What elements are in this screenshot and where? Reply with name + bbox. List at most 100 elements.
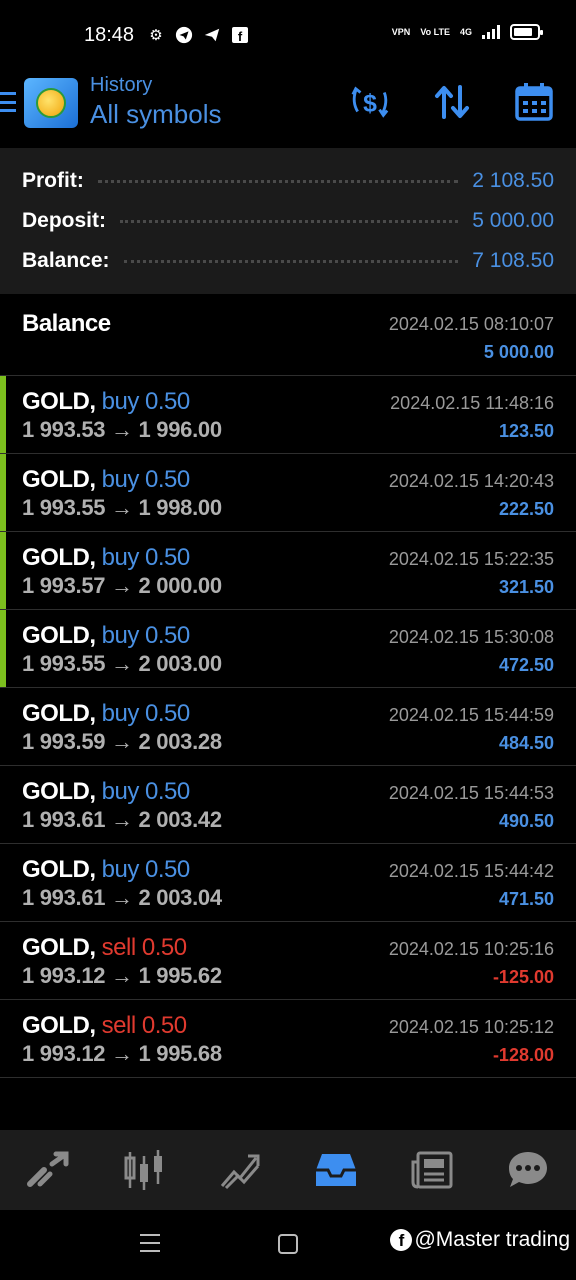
- trade-row[interactable]: GOLD, buy 0.50 1 993.57 → 2 000.00 2024.02…: [0, 532, 576, 610]
- calendar-icon[interactable]: [514, 82, 554, 122]
- facebook-logo-icon: f: [390, 1229, 413, 1251]
- trade-side: sell 0.50: [101, 1012, 187, 1039]
- trade-symbol: GOLD,: [22, 700, 96, 727]
- trade-symbol: GOLD,: [22, 1012, 96, 1039]
- gear-icon: ⚙: [149, 27, 163, 44]
- trade-time: 2024.02.15 15:44:53: [388, 783, 554, 803]
- balance-value: 7 108.50: [472, 249, 554, 272]
- trade-row[interactable]: GOLD, buy 0.50 1 993.53 → 1 996.00 2024.02…: [0, 376, 576, 454]
- recents-button[interactable]: [140, 1234, 160, 1252]
- signal-icon: [482, 25, 500, 39]
- app-header: History All symbols $: [0, 70, 576, 148]
- header-title: All symbols: [90, 99, 222, 129]
- bottom-nav: [0, 1130, 576, 1210]
- trade-time: 2024.02.15 11:48:16: [390, 393, 554, 413]
- trade-icon[interactable]: [210, 1140, 270, 1200]
- status-left-icons: ⚙ f: [146, 25, 250, 45]
- trade-symbol: GOLD,: [22, 544, 96, 571]
- trade-prices: 1 993.55 → 2 003.00: [22, 651, 222, 676]
- trade-row[interactable]: GOLD, buy 0.50 1 993.59 → 2 003.28 2024.02…: [0, 688, 576, 766]
- history-list: Balance 2024.02.15 08:10:07 5 000.00 GOL…: [0, 296, 576, 1078]
- volte-indicator: Vo LTE: [420, 26, 450, 37]
- leader-dots: [120, 219, 459, 223]
- trade-row[interactable]: GOLD, buy 0.50 1 993.61 → 2 003.42 2024.02…: [0, 766, 576, 844]
- dollar-swap-icon[interactable]: $: [350, 82, 390, 122]
- trade-row[interactable]: GOLD, sell 0.50 1 993.12 → 1 995.68 2024.0…: [0, 1000, 576, 1078]
- status-time: 18:48: [84, 24, 135, 46]
- position-marker: [0, 532, 6, 609]
- watermark: f @Master trading: [390, 1228, 570, 1252]
- trade-profit: 472.50: [498, 655, 554, 675]
- trade-title: GOLD, buy 0.50: [22, 778, 190, 806]
- menu-icon[interactable]: [0, 92, 16, 112]
- trade-prices: 1 993.53 → 1 996.00: [22, 417, 222, 442]
- deposit-value: 5 000.00: [472, 209, 554, 232]
- sort-icon[interactable]: [432, 82, 472, 122]
- trade-side: buy 0.50: [101, 544, 191, 571]
- trade-row[interactable]: GOLD, buy 0.50 1 993.55 → 1 998.00 2024.02…: [0, 454, 576, 532]
- trade-row[interactable]: GOLD, buy 0.50 1 993.55 → 2 003.00 2024.02…: [0, 610, 576, 688]
- trade-prices: 1 993.61 → 2 003.42: [22, 807, 222, 832]
- trade-side: sell 0.50: [101, 934, 187, 961]
- trade-symbol: GOLD,: [22, 388, 96, 415]
- status-right-icons: VPN Vo LTE 4G: [391, 24, 543, 40]
- trade-side: buy 0.50: [101, 388, 191, 415]
- trade-profit: 123.50: [498, 421, 554, 441]
- balance-entry[interactable]: Balance 2024.02.15 08:10:07 5 000.00: [0, 296, 576, 376]
- trade-symbol: GOLD,: [22, 778, 96, 805]
- send-icon: [202, 25, 222, 45]
- quotes-icon[interactable]: [18, 1140, 78, 1200]
- trade-prices: 1 993.12 → 1 995.68: [22, 1041, 222, 1066]
- trade-symbol: GOLD,: [22, 934, 96, 961]
- news-icon[interactable]: [402, 1140, 462, 1200]
- status-bar: 18:48 ⚙ f VPN Vo LTE 4G: [0, 0, 576, 70]
- header-actions: $: [350, 82, 554, 122]
- leader-dots: [97, 179, 459, 183]
- summary-profit-row: Profit: 2 108.50: [22, 161, 554, 201]
- trade-symbol: GOLD,: [22, 622, 96, 649]
- leader-dots: [123, 259, 459, 263]
- summary-panel: Profit: 2 108.50 Deposit: 5 000.00 Balan…: [0, 148, 576, 294]
- profit-value: 2 108.50: [472, 169, 554, 192]
- trade-title: GOLD, buy 0.50: [22, 388, 190, 416]
- trade-title: GOLD, buy 0.50: [22, 544, 190, 572]
- position-marker: [0, 376, 6, 453]
- trade-title: GOLD, sell 0.50: [22, 1012, 187, 1040]
- trade-time: 2024.02.15 15:44:42: [388, 861, 554, 881]
- svg-text:$: $: [363, 91, 377, 118]
- trade-row[interactable]: GOLD, sell 0.50 1 993.12 → 1 995.62 2024.0…: [0, 922, 576, 1000]
- trade-side: buy 0.50: [101, 856, 191, 883]
- watermark-text: @Master trading: [414, 1228, 570, 1251]
- trade-time: 2024.02.15 15:22:35: [388, 549, 554, 569]
- trade-side: buy 0.50: [101, 700, 191, 727]
- system-nav-bar: f @Master trading: [0, 1210, 576, 1280]
- trade-symbol: GOLD,: [22, 856, 96, 883]
- balance-entry-label: Balance: [22, 310, 111, 337]
- summary-balance-row: Balance: 7 108.50: [22, 241, 554, 281]
- trade-title: GOLD, buy 0.50: [22, 622, 190, 650]
- trade-prices: 1 993.55 → 1 998.00: [22, 495, 222, 520]
- header-subtitle: History: [90, 74, 153, 96]
- trade-symbol: GOLD,: [22, 466, 96, 493]
- trade-profit: 471.50: [498, 889, 554, 909]
- trade-row[interactable]: GOLD, buy 0.50 1 993.61 → 2 003.04 2024.02…: [0, 844, 576, 922]
- trade-profit: 321.50: [498, 577, 554, 597]
- trade-prices: 1 993.12 → 1 995.62: [22, 963, 222, 988]
- trade-time: 2024.02.15 14:20:43: [388, 471, 554, 491]
- telegram-icon: [174, 25, 194, 45]
- home-button[interactable]: [278, 1234, 298, 1254]
- position-marker: [0, 610, 6, 687]
- balance-label: Balance:: [22, 249, 110, 272]
- deposit-label: Deposit:: [22, 209, 106, 232]
- balance-entry-time: 2024.02.15 08:10:07: [388, 314, 554, 334]
- trade-side: buy 0.50: [101, 778, 191, 805]
- trade-time: 2024.02.15 10:25:16: [388, 939, 554, 959]
- trade-title: GOLD, sell 0.50: [22, 934, 187, 962]
- chat-icon[interactable]: [498, 1140, 558, 1200]
- summary-deposit-row: Deposit: 5 000.00: [22, 201, 554, 241]
- trade-title: GOLD, buy 0.50: [22, 856, 190, 884]
- header-titles[interactable]: History All symbols: [90, 74, 221, 130]
- chart-icon[interactable]: [114, 1140, 174, 1200]
- history-icon[interactable]: [306, 1140, 366, 1200]
- vpn-indicator: VPN: [391, 26, 411, 37]
